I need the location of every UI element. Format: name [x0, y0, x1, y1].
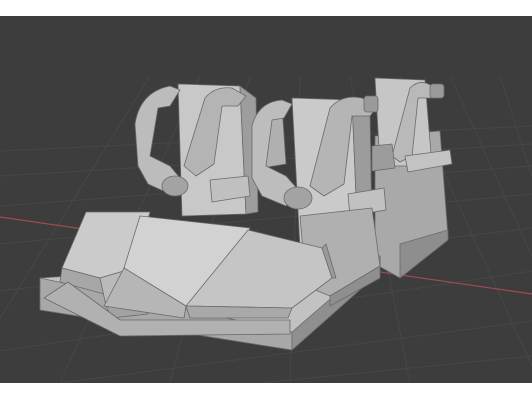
viewport-canvas[interactable] — [0, 16, 532, 383]
3d-viewport[interactable] — [0, 16, 532, 383]
blender-screenshot — [0, 0, 532, 400]
